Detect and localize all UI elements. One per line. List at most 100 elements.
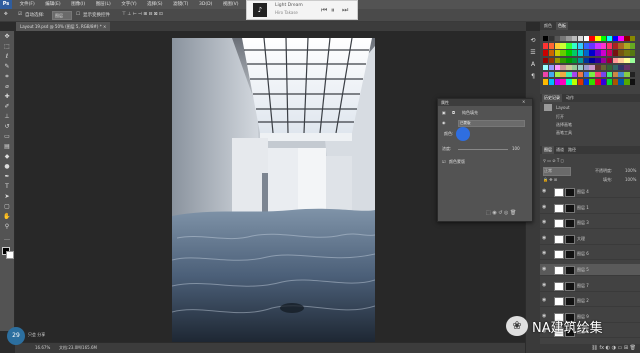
swatch[interactable]: [601, 43, 607, 49]
swatch[interactable]: [612, 64, 618, 71]
crop-icon[interactable]: ⌗: [2, 73, 12, 81]
swatch[interactable]: [548, 57, 555, 63]
layer-row[interactable]: ◉ 图层 1: [540, 202, 640, 214]
swatch[interactable]: [606, 72, 613, 78]
swatch[interactable]: [624, 64, 630, 71]
type-icon[interactable]: T: [2, 183, 12, 191]
layer-mask-thumbnail[interactable]: [565, 250, 575, 260]
swatch[interactable]: [572, 57, 578, 63]
swatch[interactable]: [560, 50, 566, 56]
option-checkbox[interactable]: ☑: [442, 159, 446, 164]
swatch[interactable]: [630, 43, 636, 49]
swatch[interactable]: [589, 79, 595, 85]
swatch[interactable]: [554, 43, 560, 49]
history-brush-icon[interactable]: ↺: [2, 123, 12, 131]
swatch[interactable]: [583, 43, 589, 49]
swatch[interactable]: [566, 64, 572, 71]
swatch[interactable]: [595, 36, 601, 42]
hand-icon[interactable]: ✋: [2, 213, 12, 221]
swatch[interactable]: [618, 50, 624, 56]
blend-mode-select[interactable]: 正常: [543, 167, 571, 176]
swatch[interactable]: [548, 43, 555, 49]
opacity-value[interactable]: 100%: [625, 168, 636, 173]
layer-row[interactable]: ◉ 图层 2: [540, 295, 640, 308]
swatch[interactable]: [572, 36, 578, 42]
swatch[interactable]: [572, 50, 578, 56]
next-icon[interactable]: ⏭: [342, 6, 348, 15]
eye-icon[interactable]: ◉: [542, 235, 546, 241]
swatch[interactable]: [572, 79, 578, 85]
swatch[interactable]: [577, 72, 584, 78]
swatch[interactable]: [543, 79, 549, 85]
menu-3d[interactable]: 3D(D): [199, 0, 212, 9]
swatch[interactable]: [618, 64, 624, 71]
quick-select-icon[interactable]: ✎: [2, 63, 12, 71]
swatch[interactable]: [566, 43, 572, 49]
pause-icon[interactable]: ⏸: [331, 6, 335, 15]
avatar[interactable]: 29: [7, 327, 25, 345]
swatch[interactable]: [548, 50, 555, 56]
layer-name[interactable]: 大理: [577, 236, 585, 242]
swatch[interactable]: [583, 36, 589, 42]
layer-row[interactable]: ◉ 图层 7: [540, 280, 640, 292]
swatch[interactable]: [548, 72, 555, 78]
swatch[interactable]: [554, 79, 560, 85]
swatch[interactable]: [624, 50, 630, 56]
swatch[interactable]: [589, 36, 595, 42]
layer-name[interactable]: 图层 4: [577, 189, 589, 195]
swatch[interactable]: [630, 79, 636, 85]
density-slider[interactable]: [458, 149, 508, 150]
swatch[interactable]: [612, 79, 618, 85]
swatch[interactable]: [612, 50, 618, 56]
density-value[interactable]: 100: [512, 146, 520, 151]
swatch[interactable]: [601, 36, 607, 42]
tab-layers[interactable]: 图层: [542, 146, 554, 154]
gradient-icon[interactable]: ▤: [2, 143, 12, 151]
menu-file[interactable]: 文件(F): [20, 0, 35, 9]
swatch[interactable]: [630, 64, 636, 71]
path-select-icon[interactable]: ➤: [2, 193, 12, 201]
color-swatch[interactable]: [456, 127, 470, 141]
swatch[interactable]: [606, 36, 613, 42]
swatch[interactable]: [583, 64, 589, 71]
swatch[interactable]: [554, 36, 560, 42]
swatch[interactable]: [548, 36, 555, 42]
lasso-icon[interactable]: ℓ: [2, 53, 12, 61]
swatch[interactable]: [566, 50, 572, 56]
swatch[interactable]: [624, 36, 630, 42]
layer-mask-thumbnail[interactable]: [565, 188, 575, 197]
layer-mask-thumbnail[interactable]: [565, 297, 575, 307]
menu-type[interactable]: 文字(Y): [121, 0, 136, 9]
swatch[interactable]: [572, 72, 578, 78]
menu-filter[interactable]: 滤镜(T): [173, 0, 188, 9]
swatch[interactable]: [612, 36, 618, 42]
swatch[interactable]: [548, 64, 555, 71]
history-item[interactable]: 画笔工具: [556, 130, 572, 136]
swatch[interactable]: [554, 57, 560, 63]
layer-mask-thumbnail[interactable]: [565, 281, 575, 291]
swatch[interactable]: [589, 43, 595, 49]
swatch[interactable]: [566, 79, 572, 85]
swatch[interactable]: [548, 79, 555, 85]
layer-mask-thumbnail[interactable]: [565, 234, 575, 244]
shape-icon[interactable]: ▢: [2, 203, 12, 211]
align-icons[interactable]: ⊤ ⊥ ⊢ ⊣ ⊞ ⊟ ⊠ ⊡: [122, 12, 163, 17]
swatch[interactable]: [560, 79, 566, 85]
swatch[interactable]: [606, 64, 613, 71]
blur-icon[interactable]: ◆: [2, 153, 12, 161]
swatch[interactable]: [577, 36, 584, 42]
healing-icon[interactable]: ✚: [2, 93, 12, 101]
stamp-icon[interactable]: ⊥: [2, 113, 12, 121]
swatch[interactable]: [583, 72, 589, 78]
history-item[interactable]: 选择画笔: [556, 122, 572, 128]
tab-channels[interactable]: 通道: [554, 146, 566, 154]
swatch[interactable]: [612, 57, 618, 63]
menu-view[interactable]: 视图(V): [223, 0, 239, 9]
mask-icon[interactable]: ◘: [452, 110, 455, 115]
document-tab[interactable]: Layout 19.psd @ 50% (图层 5, RGB/8#) * ×: [16, 22, 111, 31]
swatch[interactable]: [572, 43, 578, 49]
swatch[interactable]: [577, 79, 584, 85]
swatch[interactable]: [606, 57, 613, 63]
swatch[interactable]: [601, 50, 607, 56]
properties-icon[interactable]: ☰: [528, 49, 538, 57]
